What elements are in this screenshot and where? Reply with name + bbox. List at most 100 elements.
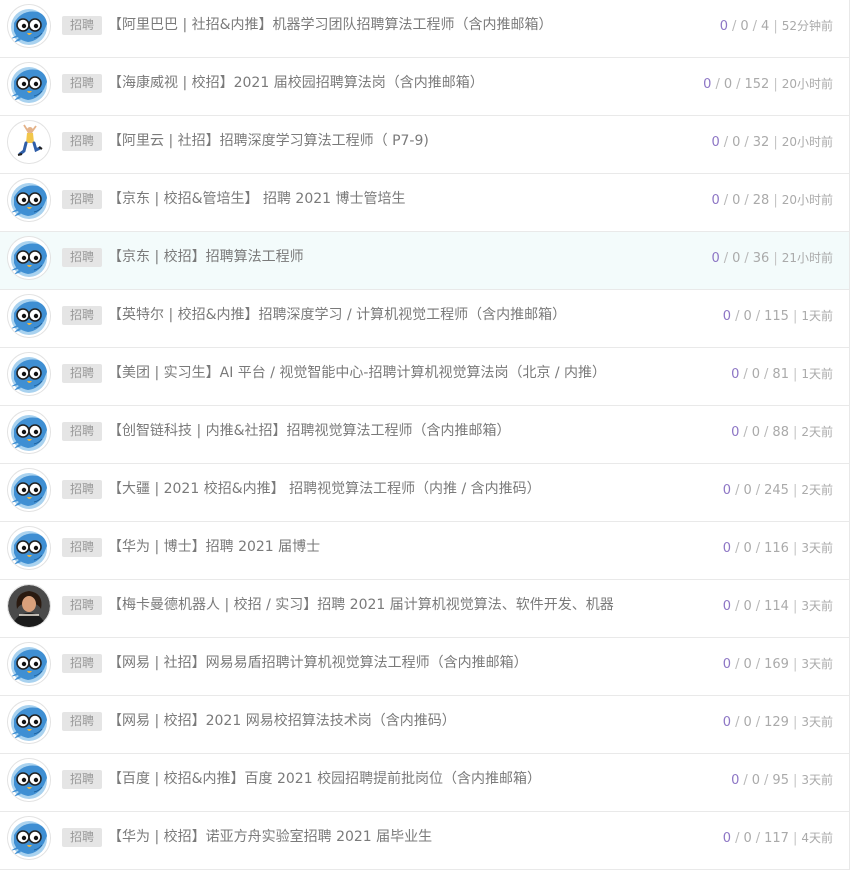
topic-title-link[interactable]: 【英特尔 | 校招&内推】招聘深度学习 / 计算机视觉工程师（含内推邮箱） xyxy=(108,305,566,326)
view-count: 117 xyxy=(764,831,789,846)
topic-row[interactable]: 招聘 【华为 | 校招】诺亚方舟实验室招聘 2021 届毕业生 0/0/117 |… xyxy=(0,812,849,870)
category-tag[interactable]: 招聘 xyxy=(62,712,102,731)
topic-row[interactable]: 招聘 【英特尔 | 校招&内推】招聘深度学习 / 计算机视觉工程师（含内推邮箱）… xyxy=(0,290,849,348)
category-tag[interactable]: 招聘 xyxy=(62,74,102,93)
stat-separator: / xyxy=(743,773,748,788)
topic-row[interactable]: 招聘 【阿里巴巴 | 社招&内推】机器学习团队招聘算法工程师（含内推邮箱） 0/… xyxy=(0,0,849,58)
topic-title-link[interactable]: 【创智链科技 | 内推&社招】招聘视觉算法工程师（含内推邮箱） xyxy=(108,421,511,442)
topic-stats: 0/0/115 | 1天前 xyxy=(723,307,833,326)
avatar[interactable] xyxy=(8,237,50,279)
bird-avatar-icon xyxy=(8,643,50,685)
avatar[interactable] xyxy=(8,295,50,337)
like-count: 0 xyxy=(732,135,741,150)
bird-avatar-icon xyxy=(8,469,50,511)
stat-divider: | xyxy=(773,251,778,266)
topic-title-link[interactable]: 【阿里云 | 社招】招聘深度学习算法工程师（ P7-9) xyxy=(108,131,429,152)
avatar[interactable] xyxy=(8,759,50,801)
avatar[interactable] xyxy=(8,121,50,163)
category-tag[interactable]: 招聘 xyxy=(62,422,102,441)
view-count: 245 xyxy=(764,483,789,498)
stat-separator: / xyxy=(735,309,740,324)
topic-row[interactable]: 招聘 【美团 | 实习生】AI 平台 / 视觉智能中心-招聘计算机视觉算法岗（北… xyxy=(0,348,849,406)
avatar[interactable] xyxy=(8,469,50,511)
category-tag[interactable]: 招聘 xyxy=(62,654,102,673)
topic-row[interactable]: 招聘 【梅卡曼德机器人 | 校招 / 实习】招聘 2021 届计算机视觉算法、软… xyxy=(0,580,849,638)
topic-title-link[interactable]: 【大疆 | 2021 校招&内推】 招聘视觉算法工程师（内推 / 含内推码） xyxy=(108,479,541,500)
topic-row[interactable]: 招聘 【大疆 | 2021 校招&内推】 招聘视觉算法工程师（内推 / 含内推码… xyxy=(0,464,849,522)
view-count: 114 xyxy=(764,599,789,614)
avatar[interactable] xyxy=(8,179,50,221)
topic-title-link[interactable]: 【百度 | 校招&内推】百度 2021 校园招聘提前批岗位（含内推邮箱） xyxy=(108,769,541,790)
category-tag[interactable]: 招聘 xyxy=(62,306,102,325)
stat-divider: | xyxy=(792,367,798,382)
view-count: 169 xyxy=(764,657,789,672)
category-tag[interactable]: 招聘 xyxy=(62,828,102,847)
topic-row[interactable]: 招聘 【京东 | 校招&管培生】 招聘 2021 博士管培生 0/0/28 | 20… xyxy=(0,174,849,232)
avatar[interactable] xyxy=(8,643,50,685)
avatar[interactable] xyxy=(8,585,50,627)
category-tag[interactable]: 招聘 xyxy=(62,538,102,557)
avatar[interactable] xyxy=(8,817,50,859)
avatar[interactable] xyxy=(8,63,50,105)
jumping-person-avatar-icon xyxy=(8,121,50,163)
like-count: 0 xyxy=(732,193,741,208)
like-count: 0 xyxy=(751,367,761,382)
bird-avatar-icon xyxy=(8,353,50,395)
topic-row[interactable]: 招聘 【网易 | 校招】2021 网易校招算法技术岗（含内推码） 0/0/129… xyxy=(0,696,849,754)
stat-separator: / xyxy=(744,251,749,266)
like-count: 0 xyxy=(743,309,752,324)
bird-avatar-icon xyxy=(8,411,50,453)
stat-divider: | xyxy=(792,541,798,556)
topic-title-link[interactable]: 【美团 | 实习生】AI 平台 / 视觉智能中心-招聘计算机视觉算法岗（北京 /… xyxy=(108,363,606,384)
stat-separator: / xyxy=(755,599,761,614)
post-time: 21小时前 xyxy=(781,251,833,265)
avatar[interactable] xyxy=(8,353,50,395)
topic-row[interactable]: 招聘 【海康威视 | 校招】2021 届校园招聘算法岗（含内推邮箱） 0/0/1… xyxy=(0,58,849,116)
topic-row[interactable]: 招聘 【华为 | 博士】招聘 2021 届博士 0/0/116 | 3天前 xyxy=(0,522,849,580)
avatar[interactable] xyxy=(8,411,50,453)
topic-title-link[interactable]: 【梅卡曼德机器人 | 校招 / 实习】招聘 2021 届计算机视觉算法、软件开发… xyxy=(108,595,614,616)
topic-stats: 0/0/4 | 52分钟前 xyxy=(720,17,833,36)
bird-avatar-icon xyxy=(8,759,50,801)
category-tag[interactable]: 招聘 xyxy=(62,132,102,151)
like-count: 0 xyxy=(751,773,761,788)
topic-title-link[interactable]: 【海康威视 | 校招】2021 届校园招聘算法岗（含内推邮箱） xyxy=(108,73,484,94)
view-count: 36 xyxy=(752,251,770,266)
avatar[interactable] xyxy=(8,5,50,47)
view-count: 4 xyxy=(761,19,770,34)
topic-title-link[interactable]: 【阿里巴巴 | 社招&内推】机器学习团队招聘算法工程师（含内推邮箱） xyxy=(108,15,553,36)
category-tag[interactable]: 招聘 xyxy=(62,770,102,789)
view-count: 116 xyxy=(764,541,789,556)
topic-row[interactable]: 招聘 【网易 | 社招】网易易盾招聘计算机视觉算法工程师（含内推邮箱） 0/0/… xyxy=(0,638,849,696)
bird-avatar-icon xyxy=(8,237,50,279)
topic-row[interactable]: 招聘 【京东 | 校招】招聘算法工程师 0/0/36 | 21小时前 xyxy=(0,232,849,290)
topic-title-link[interactable]: 【京东 | 校招&管培生】 招聘 2021 博士管培生 xyxy=(108,189,406,210)
category-tag[interactable]: 招聘 xyxy=(62,248,102,267)
topic-title-link[interactable]: 【华为 | 博士】招聘 2021 届博士 xyxy=(108,537,320,558)
category-tag[interactable]: 招聘 xyxy=(62,190,102,209)
stat-separator: / xyxy=(752,19,758,34)
category-tag[interactable]: 招聘 xyxy=(62,364,102,383)
stat-separator: / xyxy=(723,193,729,208)
category-tag[interactable]: 招聘 xyxy=(62,480,102,499)
stat-separator: / xyxy=(735,599,740,614)
category-tag[interactable]: 招聘 xyxy=(62,596,102,615)
topic-title-link[interactable]: 【华为 | 校招】诺亚方舟实验室招聘 2021 届毕业生 xyxy=(108,827,432,848)
stat-separator: / xyxy=(755,715,761,730)
reply-count: 0 xyxy=(722,483,732,498)
topic-stats: 0/0/88 | 2天前 xyxy=(731,423,833,442)
like-count: 0 xyxy=(723,77,733,92)
topic-title-link[interactable]: 【京东 | 校招】招聘算法工程师 xyxy=(108,247,304,268)
avatar[interactable] xyxy=(8,527,50,569)
like-count: 0 xyxy=(743,541,752,556)
topic-row[interactable]: 招聘 【百度 | 校招&内推】百度 2021 校园招聘提前批岗位（含内推邮箱） … xyxy=(0,754,849,812)
topic-row[interactable]: 招聘 【创智链科技 | 内推&社招】招聘视觉算法工程师（含内推邮箱） 0/0/8… xyxy=(0,406,849,464)
avatar[interactable] xyxy=(8,701,50,743)
topic-title-link[interactable]: 【网易 | 校招】2021 网易校招算法技术岗（含内推码） xyxy=(108,711,456,732)
category-tag[interactable]: 招聘 xyxy=(62,16,102,35)
person-photo-avatar-icon xyxy=(8,585,50,627)
reply-count: 0 xyxy=(703,77,712,92)
topic-title-link[interactable]: 【网易 | 社招】网易易盾招聘计算机视觉算法工程师（含内推邮箱） xyxy=(108,653,528,674)
reply-count: 0 xyxy=(722,657,732,672)
topic-row[interactable]: 招聘 【阿里云 | 社招】招聘深度学习算法工程师（ P7-9) 0/0/32 | 2… xyxy=(0,116,849,174)
